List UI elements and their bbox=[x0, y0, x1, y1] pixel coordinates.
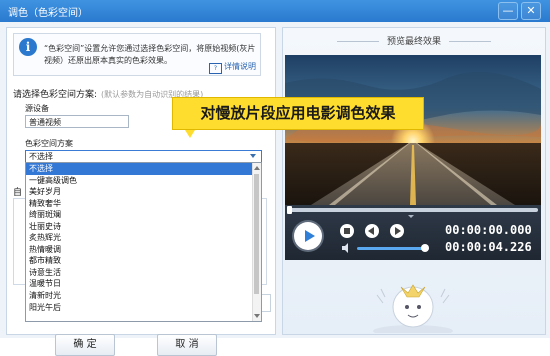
progress-handle[interactable] bbox=[287, 206, 292, 214]
volume-handle[interactable] bbox=[421, 244, 430, 252]
video-preview[interactable] bbox=[285, 55, 541, 205]
auto-section-label: 自 bbox=[13, 188, 23, 198]
dropdown-option[interactable]: 炙热辉光 bbox=[26, 232, 261, 244]
scroll-thumb[interactable] bbox=[254, 174, 259, 294]
tooltip-tail bbox=[185, 130, 195, 138]
dropdown-option[interactable]: 清新时光 bbox=[26, 290, 261, 302]
dropdown-option[interactable]: 阳光午后 bbox=[26, 302, 261, 314]
close-button[interactable]: ✕ bbox=[521, 2, 541, 20]
dropdown-option[interactable]: 都市精致 bbox=[26, 255, 261, 267]
dropdown-scrollbar[interactable] bbox=[252, 163, 261, 321]
next-frame-button[interactable] bbox=[390, 224, 404, 238]
info-icon: i bbox=[19, 38, 37, 56]
dropdown-option[interactable]: 壮丽史诗 bbox=[26, 221, 261, 233]
color-space-dropdown: 不选择 一键高级调色 美好岁月 精致奢华 绮丽斑斓 壮丽史诗 炙热辉光 热情暖调… bbox=[25, 162, 262, 322]
dropdown-option[interactable]: 绮丽斑斓 bbox=[26, 209, 261, 221]
title-bar: 调色（色彩空间） — ✕ bbox=[0, 0, 550, 22]
total-time: 00:00:04.226 bbox=[445, 240, 532, 254]
source-device-select[interactable]: 普通视频 bbox=[25, 115, 129, 128]
dialog-window: 调色（色彩空间） — ✕ i “色彩空间”设置允许您通过选择色彩空间，将原始视频… bbox=[0, 0, 550, 356]
source-device-label: 源设备 bbox=[25, 104, 49, 113]
preview-panel: 预览最终效果 00:00:00.000 00:00:04.226 bbox=[282, 27, 546, 335]
play-button[interactable] bbox=[294, 222, 322, 250]
sunset-road-image bbox=[285, 55, 541, 205]
dropdown-option[interactable]: 诗意生活 bbox=[26, 267, 261, 279]
scroll-up-icon[interactable] bbox=[254, 166, 260, 170]
dropdown-option[interactable]: 温暖节日 bbox=[26, 278, 261, 290]
cancel-button[interactable]: 取 消 bbox=[157, 334, 217, 356]
previous-frame-button[interactable] bbox=[365, 224, 379, 238]
divider bbox=[449, 41, 491, 42]
color-space-value: 不选择 bbox=[29, 152, 53, 161]
current-time: 00:00:00.000 bbox=[445, 223, 532, 237]
help-link[interactable]: ? 详情说明 bbox=[209, 61, 256, 74]
tooltip-text: 对慢放片段应用电影调色效果 bbox=[200, 104, 396, 122]
chevron-down-icon bbox=[250, 154, 256, 158]
help-icon: ? bbox=[209, 63, 222, 74]
minimize-button[interactable]: — bbox=[498, 2, 518, 20]
volume-icon[interactable] bbox=[342, 243, 352, 253]
help-link-label: 详情说明 bbox=[224, 62, 256, 71]
settings-panel: i “色彩空间”设置允许您通过选择色彩空间，将原始视频(灰片视频）还原出原本真实… bbox=[6, 27, 276, 356]
ok-button[interactable]: 确 定 bbox=[55, 334, 115, 356]
info-box: i “色彩空间”设置允许您通过选择色彩空间，将原始视频(灰片视频）还原出原本真实… bbox=[13, 33, 261, 76]
preview-heading: 预览最终效果 bbox=[283, 34, 545, 47]
dropdown-option[interactable]: 一键高级调色 bbox=[26, 175, 261, 187]
dropdown-option[interactable]: 不选择 bbox=[26, 163, 261, 175]
mascot-illustration bbox=[373, 284, 453, 333]
preview-heading-text: 预览最终效果 bbox=[386, 37, 441, 47]
dropdown-option[interactable]: 精致奢华 bbox=[26, 198, 261, 210]
progress-bar[interactable] bbox=[287, 206, 538, 214]
stop-button[interactable] bbox=[340, 224, 354, 238]
scroll-down-icon[interactable] bbox=[254, 314, 260, 318]
player-controls: 00:00:00.000 00:00:04.226 bbox=[285, 205, 541, 260]
window-title: 调色（色彩空间） bbox=[8, 8, 88, 19]
dropdown-option[interactable]: 美好岁月 bbox=[26, 186, 261, 198]
feature-tooltip: 对慢放片段应用电影调色效果 bbox=[172, 97, 424, 138]
chevron-down-icon[interactable] bbox=[408, 215, 414, 218]
volume-slider[interactable] bbox=[357, 247, 429, 250]
scheme-heading-text: 请选择色彩空间方案: bbox=[13, 90, 98, 100]
dropdown-option[interactable]: 热情暖调 bbox=[26, 244, 261, 256]
color-space-label: 色彩空间方案 bbox=[25, 139, 73, 148]
divider bbox=[336, 41, 379, 42]
